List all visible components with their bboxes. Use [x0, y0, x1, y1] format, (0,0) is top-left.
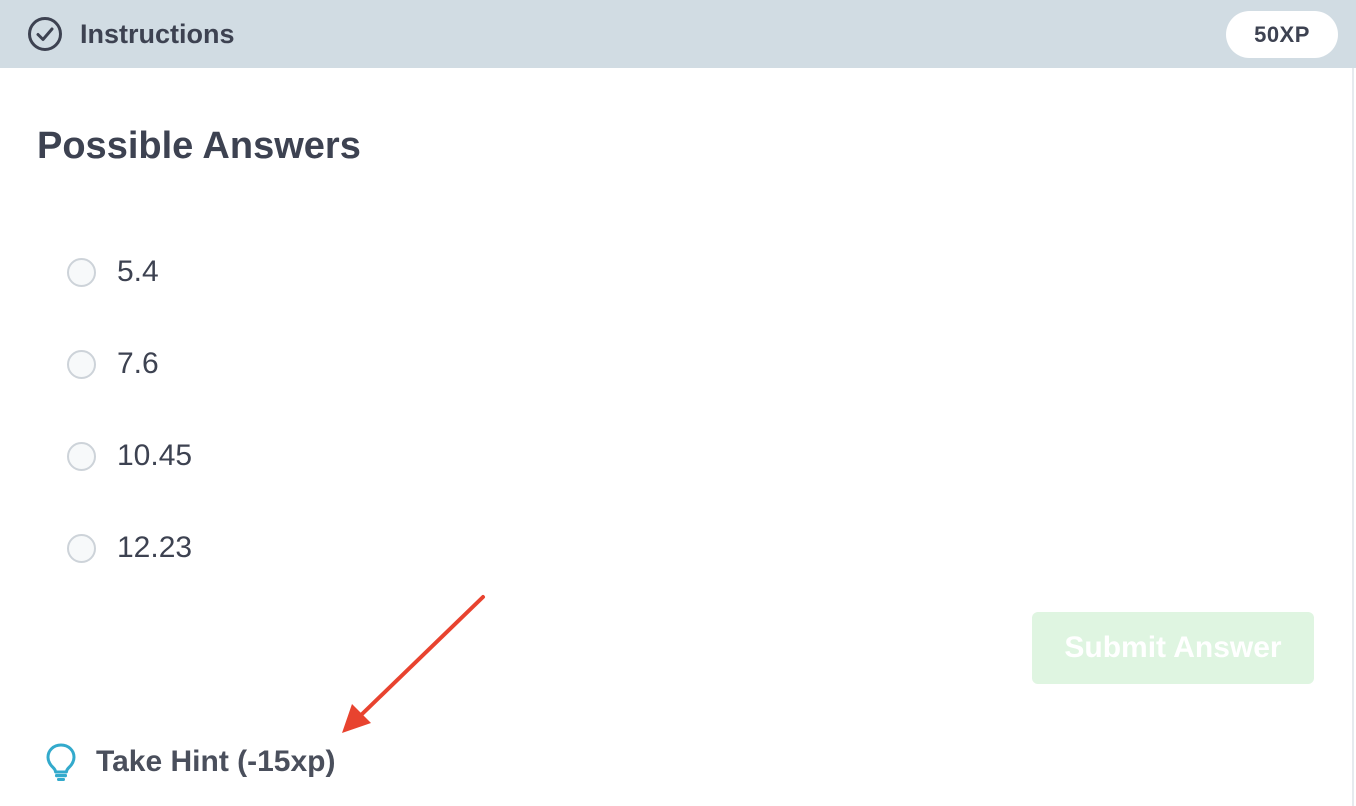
- answer-option-1[interactable]: 5.4: [67, 252, 159, 292]
- radio-button[interactable]: [67, 349, 96, 379]
- answer-option-4[interactable]: 12.23: [67, 528, 192, 568]
- annotation-arrow: [342, 595, 485, 733]
- answer-option-label: 10.45: [117, 439, 193, 472]
- exercise-panel: Instructions 50XP Possible Answers 5.4 7…: [0, 0, 1356, 806]
- radio-button[interactable]: [67, 533, 96, 563]
- radio-button[interactable]: [67, 257, 96, 287]
- answer-option-3[interactable]: 10.45: [67, 436, 192, 476]
- take-hint-label: Take Hint (-15xp): [96, 745, 336, 778]
- instructions-title: Instructions: [80, 19, 235, 49]
- answer-option-label: 7.6: [117, 347, 159, 380]
- xp-badge: 50XP: [1226, 11, 1338, 58]
- panel-divider: [1352, 68, 1354, 806]
- submit-answer-button[interactable]: Submit Answer: [1032, 612, 1314, 684]
- check-circle-icon: [28, 17, 62, 51]
- answer-option-label: 5.4: [117, 255, 159, 288]
- answer-option-label: 12.23: [117, 531, 193, 564]
- instructions-header[interactable]: Instructions 50XP: [0, 0, 1356, 68]
- radio-button[interactable]: [67, 441, 96, 471]
- lightbulb-icon: [46, 743, 76, 781]
- answer-option-2[interactable]: 7.6: [67, 344, 159, 384]
- possible-answers-heading: Possible Answers: [37, 125, 361, 167]
- take-hint-link[interactable]: Take Hint (-15xp): [44, 740, 336, 784]
